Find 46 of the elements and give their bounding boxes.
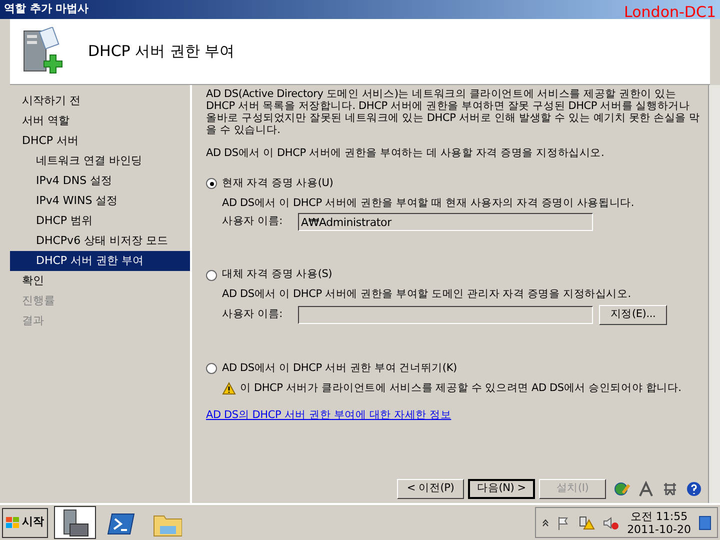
instruction-text: AD DS에서 이 DHCP 서버에 권한을 부여하는 데 사용할 자격 증명을 지정하십시오.: [206, 146, 606, 161]
specify-button[interactable]: 지정(E)...: [599, 304, 667, 325]
page-title: DHCP 서버 권한 부여: [88, 41, 235, 62]
network-warning-icon[interactable]: [579, 516, 596, 530]
sidebar-item[interactable]: 시작하기 전: [10, 91, 190, 111]
speaker-muted-icon[interactable]: [603, 516, 620, 530]
scrollbar[interactable]: [708, 85, 720, 503]
sidebar-item[interactable]: DHCP 서버: [10, 131, 190, 151]
username-field[interactable]: [298, 306, 593, 324]
chevron-up-icon[interactable]: [542, 518, 550, 526]
clock-date: 2011-10-20: [627, 522, 691, 536]
sidebar-item[interactable]: DHCP 서버 권한 부여: [10, 251, 190, 271]
warning-icon: [222, 382, 236, 395]
wizard-button[interactable]: 다음(N) >: [468, 479, 535, 499]
field-label: 사용자 이름:: [222, 214, 284, 230]
radio-button[interactable]: [206, 363, 217, 374]
radio-button[interactable]: [206, 178, 217, 190]
start-button[interactable]: 시작: [2, 508, 48, 538]
sidebar-item[interactable]: IPv4 DNS 설정: [10, 171, 190, 191]
sidebar-item[interactable]: 확인: [10, 271, 190, 291]
sidebar-item[interactable]: 네트워크 연결 바인딩: [10, 151, 190, 171]
show-desktop-button[interactable]: [699, 516, 711, 530]
intro-text: AD DS(Active Directory 도메인 서비스)는 네트워크의 클라이언트에 서비스를 제공할 권한이 있는 DHCP 서버 목록을 저장합니다. DHCP 서버에 권한을 부여하면 잘못 구성된 DHCP 서버를 실행하거나 올바로 구성되었지만 잘못된 네트워크에 있는 DHCP 서버로 인해 발생할 수 있는 예기치 못한 손실을 막을 수 있습니다.: [206, 88, 701, 136]
option-description: AD DS에서 이 DHCP 서버에 권한을 부여할 도메인 관리자 자격 증명을 지정하십시오.: [222, 287, 631, 302]
radio-button[interactable]: [206, 270, 217, 281]
username-field[interactable]: A₩Administrator: [298, 213, 593, 232]
help-icon[interactable]: [686, 481, 702, 497]
taskbar-app-button[interactable]: [54, 506, 96, 539]
radio-label[interactable]: 현재 자격 증명 사용(U): [222, 176, 334, 192]
option-description: AD DS에서 이 DHCP 서버에 권한을 부여할 때 현재 사용자의 자격 증명이 사용됩니다.: [222, 196, 634, 210]
clock-time: 오전 11:55: [630, 510, 688, 522]
globe-pencil-icon[interactable]: [614, 481, 630, 497]
windows-logo-icon: [6, 516, 20, 529]
radio-label[interactable]: 대체 자격 증명 사용(S): [222, 267, 332, 283]
font-a-icon[interactable]: [638, 481, 654, 497]
radio-label[interactable]: AD DS에서 이 DHCP 서버 권한 부여 건너뛰기(K): [222, 360, 457, 376]
sidebar-item[interactable]: DHCP 범위: [10, 211, 190, 231]
field-label: 사용자 이름:: [222, 306, 284, 322]
wizard-button[interactable]: < 이전(P): [397, 479, 464, 499]
machine-label: London-DC1: [624, 5, 716, 20]
warning-text: 이 DHCP 서버가 클라이언트에 서비스를 제공할 수 있으려면 AD DS에서 승인되어야 합니다.: [240, 380, 682, 396]
sidebar-item[interactable]: IPv4 WINS 설정: [10, 191, 190, 211]
sidebar-item[interactable]: 서버 역할: [10, 111, 190, 131]
window-title: 역할 추가 마법사: [4, 1, 89, 18]
help-link[interactable]: AD DS의 DHCP 서버 권한 부여에 대한 자세한 정보: [206, 408, 452, 424]
sidebar-item[interactable]: DHCPv6 상태 비저장 모드: [10, 231, 190, 251]
